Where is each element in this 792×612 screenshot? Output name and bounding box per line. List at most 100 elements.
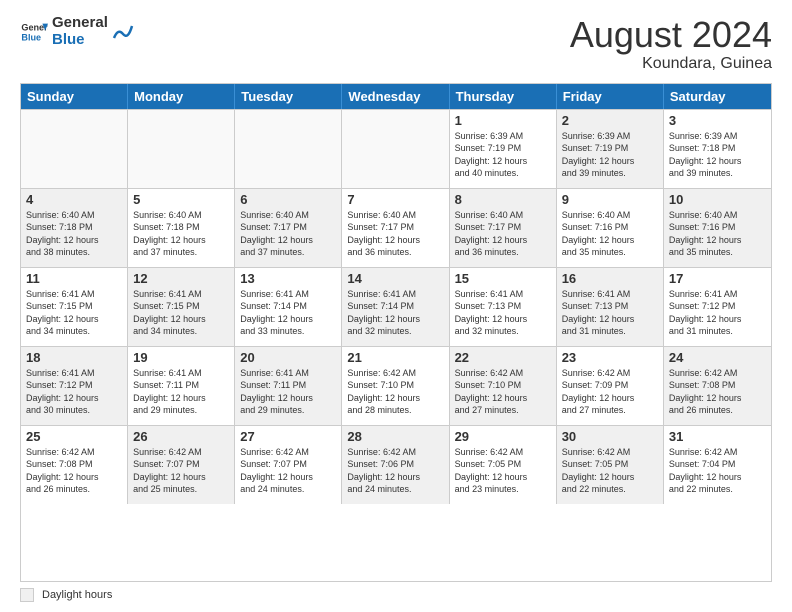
day-number: 3 [669, 113, 766, 128]
weekday-header-sunday: Sunday [21, 84, 128, 109]
page: General Blue General Blue August 2024 Ko… [0, 0, 792, 612]
day-number: 4 [26, 192, 122, 207]
calendar-header: SundayMondayTuesdayWednesdayThursdayFrid… [21, 84, 771, 109]
cal-cell-27: 27 Sunrise: 6:42 AM Sunset: 7:07 PM Dayli… [235, 426, 342, 504]
cell-info: Sunrise: 6:41 AM Sunset: 7:12 PM Dayligh… [669, 288, 766, 338]
cal-cell-26: 26 Sunrise: 6:42 AM Sunset: 7:07 PM Dayli… [128, 426, 235, 504]
weekday-header-friday: Friday [557, 84, 664, 109]
cal-cell-29: 29 Sunrise: 6:42 AM Sunset: 7:05 PM Dayli… [450, 426, 557, 504]
cell-info: Sunrise: 6:41 AM Sunset: 7:12 PM Dayligh… [26, 367, 122, 417]
cell-info: Sunrise: 6:40 AM Sunset: 7:17 PM Dayligh… [240, 209, 336, 259]
svg-text:Blue: Blue [21, 32, 41, 42]
calendar-row-4: 18Sunrise: 6:41 AM Sunset: 7:12 PM Dayli… [21, 346, 771, 425]
day-number: 27 [240, 429, 336, 444]
day-number: 13 [240, 271, 336, 286]
cell-info: Sunrise: 6:41 AM Sunset: 7:14 PM Dayligh… [347, 288, 443, 338]
cell-info: Sunrise: 6:42 AM Sunset: 7:09 PM Dayligh… [562, 367, 658, 417]
cell-info: Sunrise: 6:41 AM Sunset: 7:11 PM Dayligh… [133, 367, 229, 417]
cal-cell-17: 17 Sunrise: 6:41 AM Sunset: 7:12 PM Dayli… [664, 268, 771, 346]
day-number: 6 [240, 192, 336, 207]
calendar-row-2: 4 Sunrise: 6:40 AM Sunset: 7:18 PM Daylig… [21, 188, 771, 267]
day-number: 22 [455, 350, 551, 365]
cal-cell-7: 7 Sunrise: 6:40 AM Sunset: 7:17 PM Daylig… [342, 189, 449, 267]
cal-cell-empty-0-1 [128, 110, 235, 188]
cal-cell-3: 3 Sunrise: 6:39 AM Sunset: 7:18 PM Daylig… [664, 110, 771, 188]
cell-info: Sunrise: 6:42 AM Sunset: 7:10 PM Dayligh… [347, 367, 443, 417]
cell-info: Sunrise: 6:41 AM Sunset: 7:15 PM Dayligh… [133, 288, 229, 338]
day-number: 29 [455, 429, 551, 444]
cell-info: Sunrise: 6:41 AM Sunset: 7:11 PM Dayligh… [240, 367, 336, 417]
cell-info: Sunrise: 6:41 AM Sunset: 7:13 PM Dayligh… [562, 288, 658, 338]
cell-info: Sunrise: 6:42 AM Sunset: 7:08 PM Dayligh… [26, 446, 122, 496]
cal-cell-21: 21Sunrise: 6:42 AM Sunset: 7:10 PM Dayli… [342, 347, 449, 425]
cell-info: Sunrise: 6:40 AM Sunset: 7:17 PM Dayligh… [347, 209, 443, 259]
weekday-header-thursday: Thursday [450, 84, 557, 109]
logo-icon: General Blue [20, 18, 48, 46]
day-number: 17 [669, 271, 766, 286]
day-number: 16 [562, 271, 658, 286]
daylight-box [20, 588, 34, 602]
cal-cell-6: 6 Sunrise: 6:40 AM Sunset: 7:17 PM Daylig… [235, 189, 342, 267]
day-number: 31 [669, 429, 766, 444]
cell-info: Sunrise: 6:41 AM Sunset: 7:14 PM Dayligh… [240, 288, 336, 338]
cell-info: Sunrise: 6:39 AM Sunset: 7:18 PM Dayligh… [669, 130, 766, 180]
cal-cell-25: 25Sunrise: 6:42 AM Sunset: 7:08 PM Dayli… [21, 426, 128, 504]
cell-info: Sunrise: 6:42 AM Sunset: 7:07 PM Dayligh… [133, 446, 229, 496]
cell-info: Sunrise: 6:42 AM Sunset: 7:08 PM Dayligh… [669, 367, 766, 417]
cal-cell-empty-0-0 [21, 110, 128, 188]
cell-info: Sunrise: 6:40 AM Sunset: 7:18 PM Dayligh… [26, 209, 122, 259]
cell-info: Sunrise: 6:42 AM Sunset: 7:06 PM Dayligh… [347, 446, 443, 496]
location: Koundara, Guinea [570, 55, 772, 73]
cal-cell-30: 30 Sunrise: 6:42 AM Sunset: 7:05 PM Dayli… [557, 426, 664, 504]
cal-cell-10: 10Sunrise: 6:40 AM Sunset: 7:16 PM Dayli… [664, 189, 771, 267]
logo-wave-icon [112, 18, 134, 46]
cal-cell-31: 31Sunrise: 6:42 AM Sunset: 7:04 PM Dayli… [664, 426, 771, 504]
title-block: August 2024 Koundara, Guinea [570, 15, 772, 73]
day-number: 28 [347, 429, 443, 444]
month-year: August 2024 [570, 15, 772, 55]
footer: Daylight hours [20, 588, 772, 602]
cal-cell-20: 20Sunrise: 6:41 AM Sunset: 7:11 PM Dayli… [235, 347, 342, 425]
cal-cell-23: 23 Sunrise: 6:42 AM Sunset: 7:09 PM Dayli… [557, 347, 664, 425]
cal-cell-19: 19Sunrise: 6:41 AM Sunset: 7:11 PM Dayli… [128, 347, 235, 425]
cal-cell-24: 24Sunrise: 6:42 AM Sunset: 7:08 PM Dayli… [664, 347, 771, 425]
cal-cell-2: 2Sunrise: 6:39 AM Sunset: 7:19 PM Daylig… [557, 110, 664, 188]
day-number: 9 [562, 192, 658, 207]
day-number: 26 [133, 429, 229, 444]
cal-cell-empty-0-2 [235, 110, 342, 188]
day-number: 15 [455, 271, 551, 286]
day-number: 14 [347, 271, 443, 286]
cell-info: Sunrise: 6:41 AM Sunset: 7:13 PM Dayligh… [455, 288, 551, 338]
cal-cell-14: 14 Sunrise: 6:41 AM Sunset: 7:14 PM Dayli… [342, 268, 449, 346]
cal-cell-1: 1 Sunrise: 6:39 AM Sunset: 7:19 PM Daylig… [450, 110, 557, 188]
cell-info: Sunrise: 6:40 AM Sunset: 7:18 PM Dayligh… [133, 209, 229, 259]
cell-info: Sunrise: 6:42 AM Sunset: 7:07 PM Dayligh… [240, 446, 336, 496]
cal-cell-13: 13 Sunrise: 6:41 AM Sunset: 7:14 PM Dayli… [235, 268, 342, 346]
cal-cell-12: 12Sunrise: 6:41 AM Sunset: 7:15 PM Dayli… [128, 268, 235, 346]
cal-cell-5: 5 Sunrise: 6:40 AM Sunset: 7:18 PM Daylig… [128, 189, 235, 267]
day-number: 8 [455, 192, 551, 207]
cell-info: Sunrise: 6:42 AM Sunset: 7:05 PM Dayligh… [562, 446, 658, 496]
day-number: 5 [133, 192, 229, 207]
logo-general: General [52, 15, 108, 32]
day-number: 11 [26, 271, 122, 286]
cal-cell-16: 16 Sunrise: 6:41 AM Sunset: 7:13 PM Dayli… [557, 268, 664, 346]
day-number: 30 [562, 429, 658, 444]
cal-cell-15: 15 Sunrise: 6:41 AM Sunset: 7:13 PM Dayli… [450, 268, 557, 346]
cal-cell-empty-0-3 [342, 110, 449, 188]
day-number: 23 [562, 350, 658, 365]
calendar: SundayMondayTuesdayWednesdayThursdayFrid… [20, 83, 772, 582]
cal-cell-9: 9Sunrise: 6:40 AM Sunset: 7:16 PM Daylig… [557, 189, 664, 267]
day-number: 7 [347, 192, 443, 207]
header: General Blue General Blue August 2024 Ko… [20, 15, 772, 73]
cal-cell-11: 11Sunrise: 6:41 AM Sunset: 7:15 PM Dayli… [21, 268, 128, 346]
calendar-row-5: 25Sunrise: 6:42 AM Sunset: 7:08 PM Dayli… [21, 425, 771, 504]
day-number: 10 [669, 192, 766, 207]
daylight-label: Daylight hours [42, 589, 112, 601]
day-number: 1 [455, 113, 551, 128]
cal-cell-4: 4 Sunrise: 6:40 AM Sunset: 7:18 PM Daylig… [21, 189, 128, 267]
cell-info: Sunrise: 6:39 AM Sunset: 7:19 PM Dayligh… [455, 130, 551, 180]
cell-info: Sunrise: 6:42 AM Sunset: 7:05 PM Dayligh… [455, 446, 551, 496]
cal-cell-28: 28 Sunrise: 6:42 AM Sunset: 7:06 PM Dayli… [342, 426, 449, 504]
calendar-row-1: 1 Sunrise: 6:39 AM Sunset: 7:19 PM Daylig… [21, 109, 771, 188]
